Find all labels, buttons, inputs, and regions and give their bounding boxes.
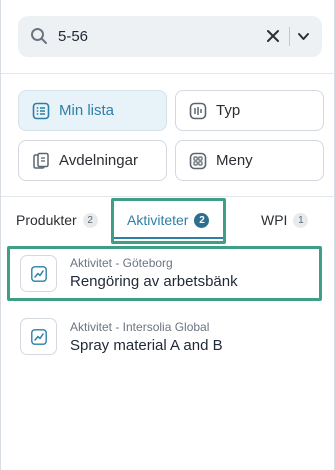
activity-chart-icon (20, 318, 57, 355)
filter-my-list-button[interactable]: Min lista (18, 90, 167, 131)
filter-type-label: Typ (216, 102, 241, 119)
filter-menu-button[interactable]: Meny (175, 140, 324, 181)
filter-departments-button[interactable]: Avdelningar (18, 140, 167, 181)
type-icon (189, 102, 207, 120)
search-icon (31, 28, 47, 44)
filter-departments-label: Avdelningar (59, 152, 138, 169)
section-divider (1, 196, 335, 197)
header-divider (1, 73, 335, 74)
tab-wpi-count: 1 (293, 212, 309, 228)
result-title: Spray material A and B (70, 337, 223, 354)
tab-wpi[interactable]: WPI 1 (261, 209, 309, 231)
result-title: Rengöring av arbetsbänk (70, 273, 238, 290)
filter-type-button[interactable]: Typ (175, 90, 324, 131)
result-meta: Aktivitet - Intersolia Global (70, 320, 210, 334)
tab-highlight-box (111, 198, 226, 244)
tab-products-label: Produkter (16, 212, 77, 228)
activity-chart-icon (20, 255, 57, 292)
filter-menu-label: Meny (216, 152, 253, 169)
filter-my-list-label: Min lista (59, 102, 115, 119)
clear-icon[interactable] (266, 29, 280, 43)
tab-products[interactable]: Produkter 2 (16, 209, 98, 231)
list-icon (32, 102, 50, 120)
chevron-down-icon[interactable] (297, 30, 310, 43)
tab-wpi-label: WPI (261, 212, 288, 228)
result-meta: Aktivitet - Göteborg (70, 256, 173, 270)
search-divider (289, 27, 290, 46)
menu-grid-icon (189, 152, 207, 170)
search-panel: 5-56 Min lista Typ Avdelningar Meny Prod… (0, 0, 335, 470)
search-bar[interactable]: 5-56 (18, 16, 322, 57)
tab-products-count: 2 (82, 212, 98, 228)
search-input[interactable]: 5-56 (58, 28, 88, 45)
departments-icon (33, 152, 49, 169)
